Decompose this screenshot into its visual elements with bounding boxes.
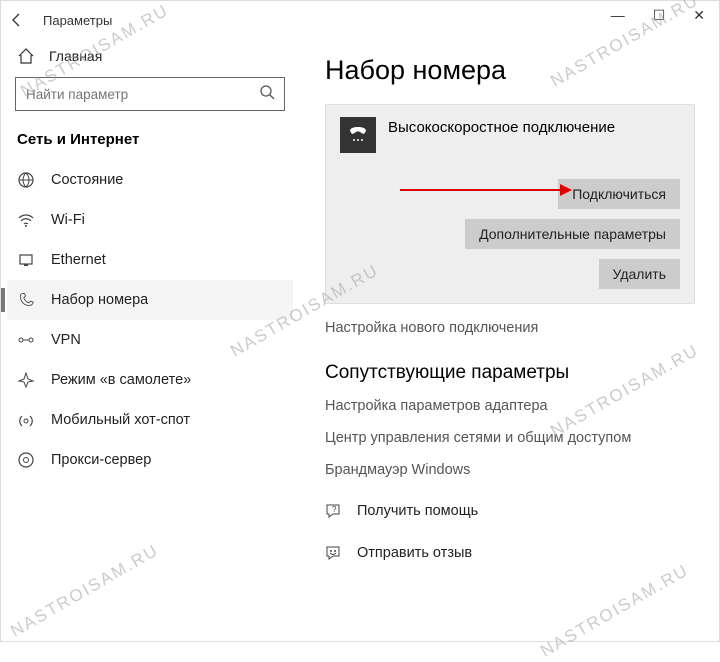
sidebar-item-ethernet[interactable]: Ethernet	[7, 240, 293, 280]
globe-icon	[17, 171, 37, 189]
sidebar-item-status[interactable]: Состояние	[7, 160, 293, 200]
feedback-label: Отправить отзыв	[357, 545, 472, 561]
svg-text:?: ?	[332, 505, 337, 514]
advanced-options-button[interactable]: Дополнительные параметры	[465, 219, 680, 249]
close-button[interactable]: ✕	[683, 3, 715, 28]
search-box[interactable]	[15, 77, 285, 111]
sidebar-item-label: Режим «в самолете»	[51, 372, 191, 388]
new-connection-link[interactable]: Настройка нового подключения	[325, 320, 695, 336]
home-icon	[17, 47, 35, 65]
airplane-icon	[17, 371, 37, 389]
related-link-sharing[interactable]: Центр управления сетями и общим доступом	[325, 430, 695, 446]
maximize-button[interactable]: ☐	[643, 3, 676, 28]
sidebar-home[interactable]: Главная	[7, 39, 293, 75]
delete-button[interactable]: Удалить	[599, 259, 680, 289]
sidebar-item-label: VPN	[51, 332, 81, 348]
window-controls: — ☐ ✕	[601, 3, 715, 28]
main-content: Набор номера Высокоскоростное подключени…	[301, 39, 719, 641]
connection-name: Высокоскоростное подключение	[388, 117, 615, 136]
sidebar-item-label: Набор номера	[51, 292, 148, 308]
sidebar-item-vpn[interactable]: VPN	[7, 320, 293, 360]
dialup-connection-icon	[340, 117, 376, 153]
window-title: Параметры	[43, 13, 112, 28]
sidebar-item-airplane[interactable]: Режим «в самолете»	[7, 360, 293, 400]
help-icon: ?	[325, 502, 345, 520]
back-button[interactable]	[9, 12, 37, 28]
related-link-adapter[interactable]: Настройка параметров адаптера	[325, 398, 695, 414]
wifi-icon	[17, 211, 37, 229]
page-title: Набор номера	[325, 55, 695, 86]
feedback-row[interactable]: Отправить отзыв	[325, 544, 695, 562]
related-link-firewall[interactable]: Брандмауэр Windows	[325, 462, 695, 478]
feedback-icon	[325, 544, 345, 562]
search-icon	[259, 84, 275, 100]
annotation-arrow	[400, 189, 570, 191]
sidebar-item-label: Прокси-сервер	[51, 452, 151, 468]
sidebar-item-label: Ethernet	[51, 252, 106, 268]
sidebar-item-hotspot[interactable]: Мобильный хот-спот	[7, 400, 293, 440]
get-help-label: Получить помощь	[357, 503, 478, 519]
vpn-icon	[17, 331, 37, 349]
connection-card[interactable]: Высокоскоростное подключение Подключитьс…	[325, 104, 695, 304]
minimize-button[interactable]: —	[601, 3, 635, 28]
ethernet-icon	[17, 251, 37, 269]
sidebar-home-label: Главная	[49, 48, 102, 64]
search-input[interactable]	[15, 77, 285, 111]
sidebar-item-label: Мобильный хот-спот	[51, 412, 190, 428]
related-heading: Сопутствующие параметры	[325, 362, 695, 384]
sidebar-item-dialup[interactable]: Набор номера	[7, 280, 293, 320]
get-help-row[interactable]: ? Получить помощь	[325, 502, 695, 520]
sidebar-item-wifi[interactable]: Wi-Fi	[7, 200, 293, 240]
phone-icon	[17, 291, 37, 309]
proxy-icon	[17, 451, 37, 469]
sidebar-item-label: Wi-Fi	[51, 212, 85, 228]
sidebar: Главная Сеть и Интернет Состояние Wi-Fi	[1, 39, 301, 641]
sidebar-item-proxy[interactable]: Прокси-сервер	[7, 440, 293, 480]
sidebar-item-label: Состояние	[51, 172, 123, 188]
sidebar-category: Сеть и Интернет	[7, 125, 293, 160]
hotspot-icon	[17, 411, 37, 429]
connect-button[interactable]: Подключиться	[558, 179, 680, 209]
